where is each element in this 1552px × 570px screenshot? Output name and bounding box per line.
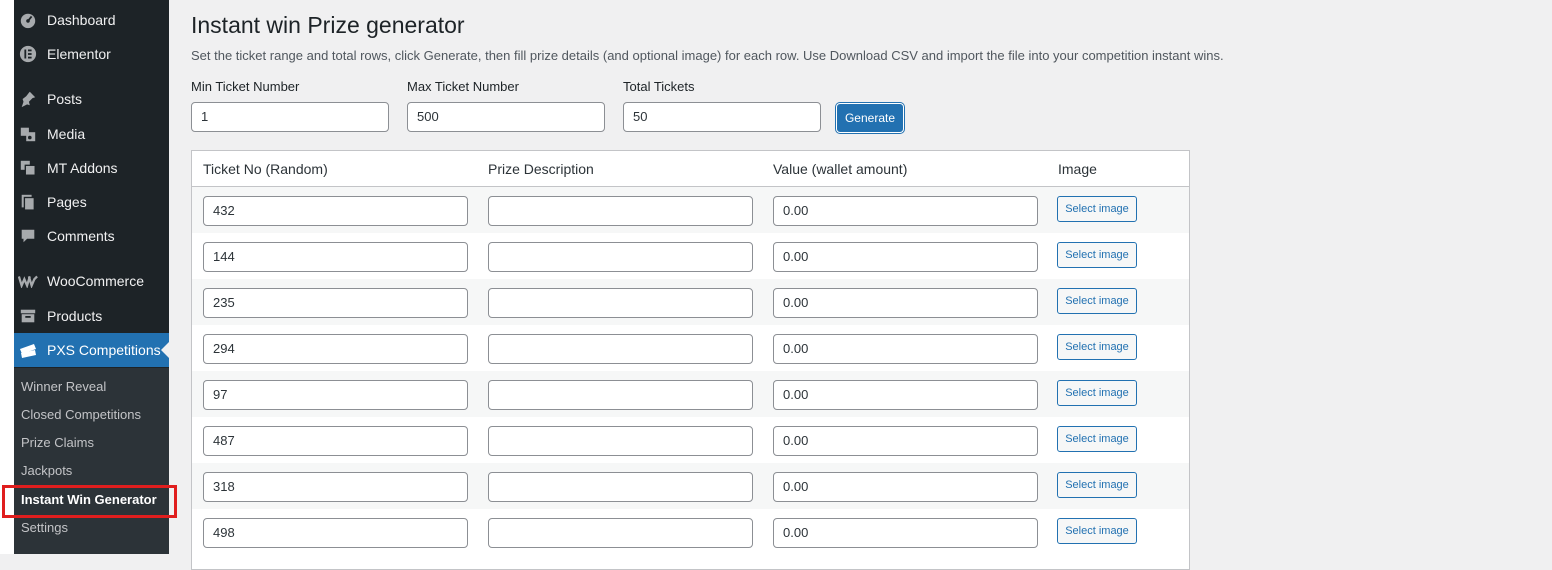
table-row: 318 0.00 Select image: [192, 463, 1189, 509]
max-ticket-input[interactable]: 500: [407, 102, 605, 132]
pages-icon: [18, 192, 38, 212]
table-row: 487 0.00 Select image: [192, 417, 1189, 463]
sidebar-item-products[interactable]: Products: [14, 299, 169, 333]
min-ticket-input[interactable]: 1: [191, 102, 389, 132]
submenu-item-settings[interactable]: Settings: [21, 517, 68, 539]
sidebar-item-pages[interactable]: Pages: [14, 185, 169, 219]
prize-description-input[interactable]: [488, 288, 753, 318]
header-prize-description: Prize Description: [488, 161, 594, 177]
main-content: Instant win Prize generator Set the tick…: [169, 0, 1552, 570]
min-ticket-label: Min Ticket Number: [191, 79, 300, 94]
media-icon: [18, 124, 38, 144]
sidebar-item-label: PXS Competitions: [47, 342, 161, 358]
ticket-number-input[interactable]: 97: [203, 380, 468, 410]
header-value: Value (wallet amount): [773, 161, 908, 177]
total-tickets-label: Total Tickets: [623, 79, 695, 94]
select-image-button[interactable]: Select image: [1057, 472, 1137, 498]
value-input[interactable]: 0.00: [773, 242, 1038, 272]
sidebar-item-label: Posts: [47, 91, 83, 107]
select-image-button[interactable]: Select image: [1057, 518, 1137, 544]
tickets-icon: [18, 340, 38, 360]
submenu-item-winner-reveal[interactable]: Winner Reveal: [21, 376, 106, 398]
sidebar-item-label: Products: [47, 308, 103, 324]
select-image-button[interactable]: Select image: [1057, 242, 1137, 268]
value-input[interactable]: 0.00: [773, 334, 1038, 364]
sidebar-item-dashboard[interactable]: Dashboard: [14, 3, 169, 37]
select-image-button[interactable]: Select image: [1057, 334, 1137, 360]
sidebar-edge: [0, 0, 14, 554]
table-row: 144 0.00 Select image: [192, 233, 1189, 279]
ticket-number-input[interactable]: 144: [203, 242, 468, 272]
prize-description-input[interactable]: [488, 426, 753, 456]
table-header: Ticket No (Random) Prize Description Val…: [192, 151, 1189, 187]
table-row: 432 0.00 Select image: [192, 187, 1189, 233]
ticket-number-input[interactable]: 498: [203, 518, 468, 548]
prize-description-input[interactable]: [488, 334, 753, 364]
sidebar-item-label: Elementor: [47, 46, 111, 62]
archive-icon: [18, 306, 38, 326]
comment-icon: [18, 226, 38, 246]
page-title: Instant win Prize generator: [191, 12, 465, 38]
value-input[interactable]: 0.00: [773, 288, 1038, 318]
value-input[interactable]: 0.00: [773, 196, 1038, 226]
table-row: 498 0.00 Select image: [192, 509, 1189, 555]
prize-description-input[interactable]: [488, 518, 753, 548]
sidebar-item-posts[interactable]: Posts: [14, 82, 169, 116]
highlight-annotation-box: [2, 485, 177, 518]
admin-sidebar: Dashboard Elementor Posts Media MT Addon…: [0, 0, 169, 554]
ticket-number-input[interactable]: 432: [203, 196, 468, 226]
submenu: Winner Reveal Closed Competitions Prize …: [14, 368, 169, 554]
table-row: 294 0.00 Select image: [192, 325, 1189, 371]
value-input[interactable]: 0.00: [773, 518, 1038, 548]
value-input[interactable]: 0.00: [773, 426, 1038, 456]
select-image-button[interactable]: Select image: [1057, 196, 1137, 222]
prize-description-input[interactable]: [488, 242, 753, 272]
sidebar-item-label: Pages: [47, 194, 87, 210]
sidebar-item-label: Dashboard: [47, 12, 116, 28]
prize-description-input[interactable]: [488, 380, 753, 410]
submenu-item-prize-claims[interactable]: Prize Claims: [21, 432, 94, 454]
max-ticket-label: Max Ticket Number: [407, 79, 519, 94]
table-row: 235 0.00 Select image: [192, 279, 1189, 325]
sidebar-item-label: Media: [47, 126, 86, 142]
table-row: 97 0.00 Select image: [192, 371, 1189, 417]
prize-description-input[interactable]: [488, 196, 753, 226]
elementor-icon: [18, 44, 38, 64]
select-image-button[interactable]: Select image: [1057, 380, 1137, 406]
sidebar-item-label: MT Addons: [47, 160, 118, 176]
sidebar-item-comments[interactable]: Comments: [14, 219, 169, 253]
submenu-item-closed-competitions[interactable]: Closed Competitions: [21, 404, 141, 426]
addons-icon: [18, 158, 38, 178]
value-input[interactable]: 0.00: [773, 472, 1038, 502]
woocommerce-icon: [18, 271, 38, 291]
ticket-number-input[interactable]: 487: [203, 426, 468, 456]
ticket-number-input[interactable]: 294: [203, 334, 468, 364]
prize-table: Ticket No (Random) Prize Description Val…: [191, 150, 1190, 570]
header-image: Image: [1058, 161, 1097, 177]
generate-button[interactable]: Generate: [837, 104, 903, 132]
sidebar-item-pxs-competitions[interactable]: PXS Competitions: [14, 333, 169, 367]
header-ticket-no: Ticket No (Random): [203, 161, 328, 177]
sidebar-item-label: WooCommerce: [47, 273, 144, 289]
page-description: Set the ticket range and total rows, cli…: [191, 48, 1224, 63]
sidebar-item-elementor[interactable]: Elementor: [14, 37, 169, 71]
value-input[interactable]: 0.00: [773, 380, 1038, 410]
sidebar-item-woocommerce[interactable]: WooCommerce: [14, 264, 169, 298]
select-image-button[interactable]: Select image: [1057, 288, 1137, 314]
submenu-item-jackpots[interactable]: Jackpots: [21, 460, 72, 482]
select-image-button[interactable]: Select image: [1057, 426, 1137, 452]
ticket-number-input[interactable]: 318: [203, 472, 468, 502]
sidebar-item-label: Comments: [47, 228, 115, 244]
ticket-number-input[interactable]: 235: [203, 288, 468, 318]
sidebar-item-mt-addons[interactable]: MT Addons: [14, 151, 169, 185]
pin-icon: [18, 89, 38, 109]
total-tickets-input[interactable]: 50: [623, 102, 821, 132]
prize-description-input[interactable]: [488, 472, 753, 502]
sidebar-item-media[interactable]: Media: [14, 117, 169, 151]
dashboard-icon: [18, 10, 38, 30]
